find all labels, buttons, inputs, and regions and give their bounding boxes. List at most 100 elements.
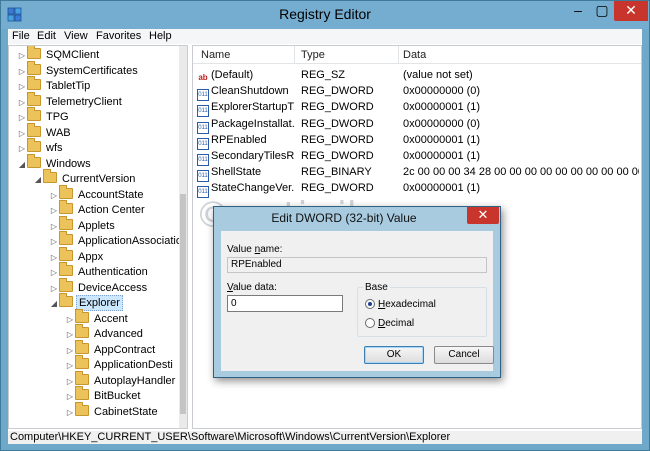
- tree-item[interactable]: ▷ CabinetState: [65, 401, 160, 421]
- registry-value-row[interactable]: 011 ShellState REG_BINARY 2c 00 00 00 34 28…: [193, 164, 641, 183]
- registry-value-row[interactable]: 011 ExplorerStartupT... REG_DWORD 0x0000000…: [193, 99, 641, 118]
- tree-item[interactable]: ▷ wfs: [17, 138, 65, 156]
- menu-file[interactable]: File: [12, 30, 30, 42]
- value-type-cell: REG_BINARY: [301, 166, 372, 179]
- folder-icon: [27, 46, 41, 59]
- dialog-title: Edit DWORD (32-bit) Value: [271, 211, 417, 225]
- status-bar-path: Computer\HKEY_CURRENT_USER\Software\Micr…: [8, 431, 642, 444]
- value-name-text: ExplorerStartupT...: [211, 101, 294, 114]
- value-data-label: Value data:: [227, 282, 277, 293]
- menu-edit[interactable]: Edit: [37, 30, 56, 42]
- title-bar[interactable]: Registry Editor – ▢ ✕: [1, 1, 649, 29]
- tree-item[interactable]: ◢ CurrentVersion: [33, 169, 137, 188]
- expanded-arrow-icon[interactable]: ◢: [33, 172, 43, 188]
- registry-value-row[interactable]: 011 CleanShutdown REG_DWORD 0x00000000 (0): [193, 83, 641, 102]
- value-data-cell: (value not set): [403, 69, 473, 81]
- expanded-arrow-icon[interactable]: ◢: [17, 157, 27, 173]
- radio-unselected-icon[interactable]: [365, 318, 375, 328]
- value-type-cell: REG_DWORD: [301, 85, 374, 98]
- hexadecimal-radio[interactable]: Hexadecimal: [365, 299, 436, 310]
- folder-icon: [75, 401, 89, 416]
- registry-value-row[interactable]: 011 PackageInstallat... REG_DWORD 0x0000000…: [193, 116, 641, 134]
- decimal-radio[interactable]: Decimal: [365, 318, 414, 329]
- folder-icon: [75, 324, 89, 338]
- value-type-cell: REG_DWORD: [301, 117, 374, 130]
- tree-item-label: wfs: [46, 142, 63, 154]
- column-divider[interactable]: [294, 46, 295, 64]
- close-icon: ✕: [477, 207, 489, 222]
- tree-item-label: Windows: [46, 157, 91, 170]
- folder-icon: [43, 169, 57, 183]
- tree-item-label: ApplicationAssociatio: [78, 235, 182, 247]
- value-name-text: StateChangeVer...: [211, 182, 294, 195]
- folder-icon: [59, 215, 73, 230]
- minimize-icon: –: [574, 2, 582, 18]
- registry-value-row[interactable]: 011 StateChangeVer... REG_DWORD 0x00000001 …: [193, 180, 641, 199]
- column-header-name[interactable]: Name: [201, 49, 230, 61]
- tree-item[interactable]: ▷ TPG: [17, 107, 71, 125]
- registry-value-row[interactable]: 011SecondaryTilesR...REG_DWORD0x00000001…: [193, 148, 641, 166]
- close-icon: ✕: [625, 2, 637, 18]
- maximize-icon: ▢: [595, 2, 609, 18]
- tree-item-label: Applets: [78, 219, 115, 232]
- folder-icon: [27, 138, 41, 152]
- folder-icon: [75, 386, 89, 400]
- value-type-cell: REG_DWORD: [301, 101, 374, 114]
- value-name-text: PackageInstallat...: [211, 117, 294, 130]
- column-header-data[interactable]: Data: [403, 49, 426, 61]
- value-name-text: SecondaryTilesR...: [211, 150, 294, 162]
- value-data-cell: 0x00000001 (1): [403, 150, 481, 162]
- cancel-button[interactable]: Cancel: [434, 346, 494, 364]
- tree-item-label: SystemCertificates: [46, 64, 138, 77]
- tree-item-label: SQMClient: [46, 49, 100, 61]
- tree-scrollbar[interactable]: [179, 46, 187, 428]
- menu-favorites[interactable]: Favorites: [96, 30, 141, 42]
- tree-item[interactable]: ▷ Appx: [49, 246, 105, 265]
- registry-key-tree[interactable]: ▷ SQMClient ▷ SystemCertificates ▷ TabletTip ▷…: [8, 45, 188, 429]
- folder-icon: [59, 246, 73, 261]
- value-name-text: (Default): [211, 69, 254, 81]
- tree-item-label: Accent: [94, 312, 128, 325]
- folder-icon: [75, 355, 89, 369]
- folder-icon: [75, 339, 89, 354]
- column-header-type[interactable]: Type: [301, 49, 325, 61]
- folder-icon: [59, 184, 73, 199]
- minimize-button[interactable]: –: [566, 1, 590, 21]
- radio-selected-icon[interactable]: [365, 299, 375, 309]
- column-divider[interactable]: [398, 46, 399, 64]
- menu-help[interactable]: Help: [149, 30, 172, 42]
- expanded-arrow-icon[interactable]: ◢: [49, 296, 59, 312]
- value-type-cell: REG_DWORD: [301, 182, 374, 195]
- tree-item[interactable]: ▷ WAB: [17, 122, 73, 141]
- edit-dword-dialog: Edit DWORD (32-bit) Value ✕ Value name: …: [213, 206, 501, 378]
- value-name-cell: ab (Default): [197, 67, 294, 84]
- value-name-text: RPEnabled: [211, 133, 267, 146]
- menu-view[interactable]: View: [64, 30, 88, 42]
- dialog-close-button[interactable]: ✕: [467, 207, 499, 224]
- folder-icon: [27, 91, 41, 106]
- folder-icon: [59, 262, 73, 276]
- registry-value-row[interactable]: ab (Default) REG_SZ (value not set): [193, 67, 641, 83]
- folder-icon: [75, 370, 89, 385]
- tree-scrollbar-thumb[interactable]: [180, 194, 186, 414]
- close-button[interactable]: ✕: [614, 1, 648, 21]
- value-data-cell: 0x00000000 (0): [403, 117, 481, 130]
- collapsed-arrow-icon[interactable]: ▷: [65, 405, 75, 421]
- maximize-button[interactable]: ▢: [590, 1, 614, 21]
- menu-bar: File Edit View Favorites Help: [8, 29, 642, 44]
- value-data-input[interactable]: 0: [227, 295, 343, 312]
- tree-item[interactable]: ◢ Windows: [17, 153, 93, 173]
- tree-item-label: DeviceAccess: [78, 281, 148, 294]
- ok-button[interactable]: OK: [364, 346, 424, 364]
- tree-item-label: CabinetState: [94, 405, 158, 418]
- tree-item[interactable]: ▷ ApplicationAssociatio: [49, 231, 184, 249]
- tree-item-label: AutoplayHandler: [94, 374, 176, 387]
- tree-item[interactable]: ▷ SystemCertificates: [17, 60, 140, 79]
- tree-item-label: Authentication: [78, 266, 148, 278]
- dialog-body: Value name: RPEnabled Value data: 0 Base…: [221, 231, 494, 371]
- registry-value-row[interactable]: 011 RPEnabled REG_DWORD 0x00000001 (1): [193, 132, 641, 150]
- tree-item[interactable]: ◢ Explorer: [49, 293, 123, 312]
- value-type-cell: REG_SZ: [301, 69, 346, 81]
- folder-icon: [27, 76, 41, 90]
- value-name-text: CleanShutdown: [211, 85, 289, 98]
